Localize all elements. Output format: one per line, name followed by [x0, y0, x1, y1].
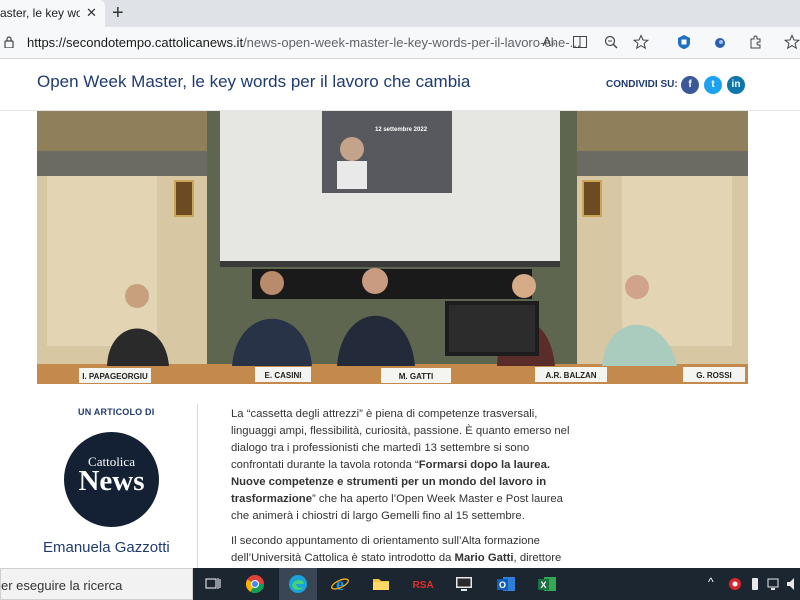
- zoom-icon[interactable]: [603, 34, 619, 50]
- page-header: Open Week Master, le key words per il la…: [0, 59, 800, 111]
- outlook-icon[interactable]: O: [496, 574, 516, 594]
- tray-chevron-icon[interactable]: ^: [708, 575, 714, 589]
- logo-main-text: News: [78, 465, 145, 497]
- article-photo: 12 settembre 2022 I. PAPAGEORGIU E. CASI…: [37, 111, 748, 384]
- column-divider: [197, 404, 198, 574]
- svg-text:X: X: [540, 580, 546, 590]
- file-explorer-icon[interactable]: [371, 574, 391, 594]
- paragraph-2-bold: Mario Gatti: [454, 552, 514, 564]
- url-path: /news-open-week-master-le-key-words-per-…: [243, 35, 581, 50]
- cattolica-news-logo[interactable]: Cattolica News: [64, 432, 159, 527]
- search-placeholder: er eseguire la ricerca: [1, 578, 123, 593]
- screen-date: 12 settembre 2022: [375, 127, 428, 133]
- tray-usb-icon[interactable]: [749, 574, 761, 594]
- tab-bar: aster, le key words ✕ +: [0, 0, 800, 27]
- task-view-icon[interactable]: [203, 574, 223, 594]
- address-bar: https://secondotempo.cattolicanews.it/ne…: [0, 27, 800, 59]
- favorite-star-icon[interactable]: [633, 34, 649, 50]
- new-tab-icon[interactable]: +: [112, 1, 124, 25]
- browser-tab[interactable]: aster, le key words ✕: [0, 0, 105, 27]
- author-name[interactable]: Emanuela Gazzotti: [43, 539, 170, 556]
- taskbar: er eseguire la ricerca e RSA O X ^: [0, 568, 800, 600]
- extension-drop-icon[interactable]: [712, 34, 728, 50]
- url-domain: https://secondotempo.cattolicanews.it: [27, 35, 244, 50]
- edge-icon[interactable]: [288, 574, 308, 594]
- article-paragraph-1: La “cassetta degli attrezzi” è piena di …: [231, 406, 571, 525]
- url-field[interactable]: https://secondotempo.cattolicanews.it/ne…: [27, 35, 580, 50]
- byline-label: UN ARTICOLO DI: [78, 407, 155, 417]
- article-title: Open Week Master, le key words per il la…: [37, 72, 471, 91]
- taskbar-search[interactable]: er eseguire la ricerca: [0, 568, 193, 600]
- extension-shield-icon[interactable]: [676, 34, 692, 50]
- svg-text:e: e: [336, 574, 344, 594]
- reader-view-icon[interactable]: [572, 34, 588, 50]
- svg-text:RSA: RSA: [412, 580, 433, 591]
- nameplate-5: G. ROSSI: [696, 371, 732, 380]
- svg-text:O: O: [499, 580, 506, 590]
- nameplate-4: A.R. BALZAN: [545, 371, 596, 380]
- linkedin-icon[interactable]: in: [727, 76, 745, 94]
- excel-icon[interactable]: X: [537, 574, 557, 594]
- share-label: CONDIVIDI SU:: [606, 79, 678, 90]
- tray-network-icon[interactable]: [766, 574, 780, 594]
- facebook-icon[interactable]: f: [681, 76, 699, 94]
- close-tab-icon[interactable]: ✕: [86, 5, 97, 21]
- nameplate-2: E. CASINI: [265, 371, 302, 380]
- twitter-icon[interactable]: t: [704, 76, 722, 94]
- favorites-icon[interactable]: [784, 34, 800, 50]
- tab-title: aster, le key words: [0, 6, 80, 20]
- nameplate-3: M. GATTI: [399, 372, 434, 381]
- tray-volume-icon[interactable]: [785, 574, 799, 594]
- paragraph-2-text-b: , direttore: [513, 552, 562, 564]
- internet-explorer-icon[interactable]: e: [330, 574, 350, 594]
- lock-icon[interactable]: [4, 36, 14, 48]
- chrome-icon[interactable]: [245, 574, 265, 594]
- nameplate-1: I. PAPAGEORGIU: [82, 372, 148, 381]
- monitor-app-icon[interactable]: [454, 574, 474, 594]
- read-aloud-icon[interactable]: A»: [541, 34, 557, 50]
- rsa-icon[interactable]: RSA: [410, 574, 436, 594]
- tray-antivirus-icon[interactable]: [727, 574, 743, 594]
- extensions-puzzle-icon[interactable]: [748, 34, 764, 50]
- article-paragraph-2: Il secondo appuntamento di orientamento …: [231, 533, 571, 567]
